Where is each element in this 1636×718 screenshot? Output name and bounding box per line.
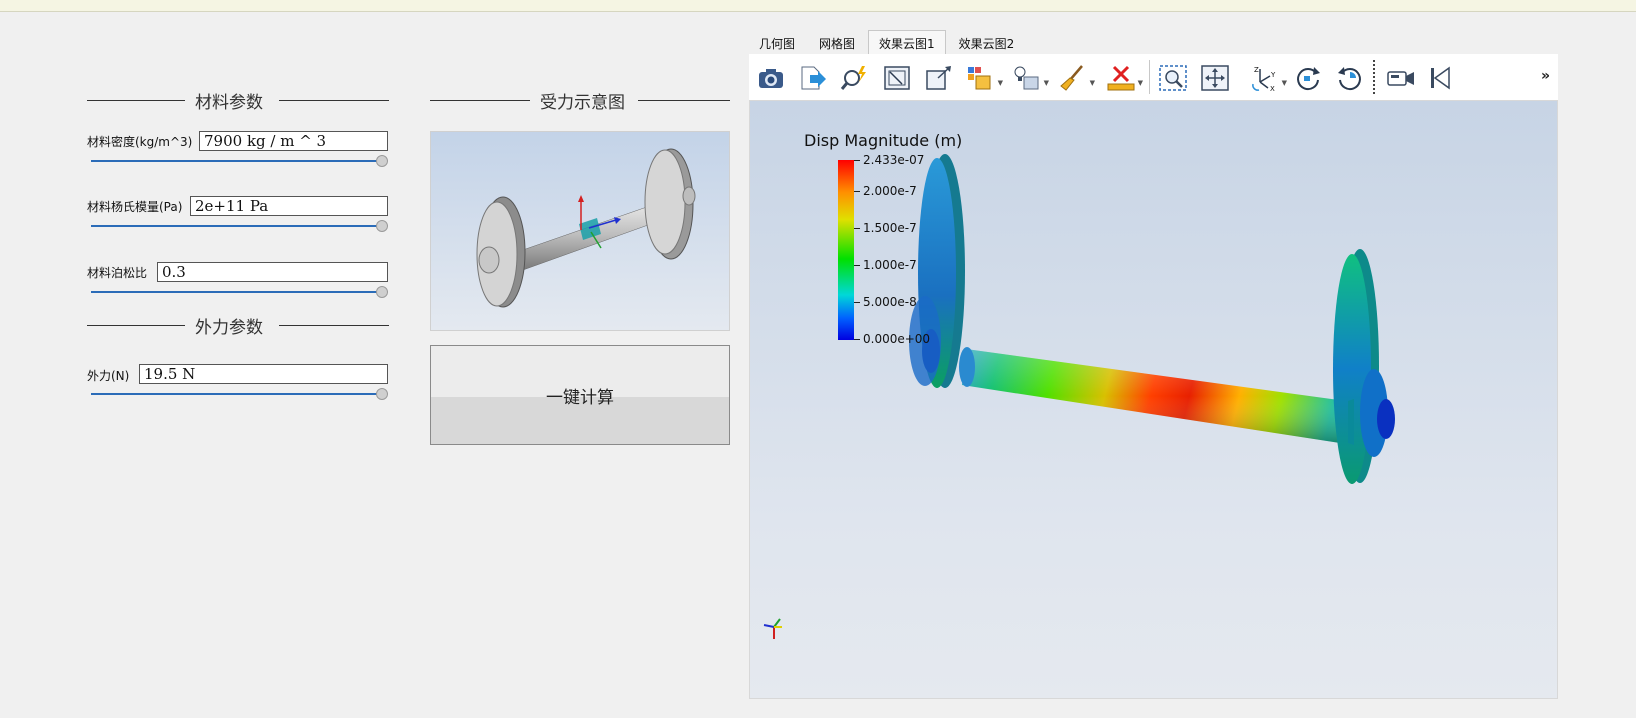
clean-icon[interactable]: ▼ <box>1057 63 1095 93</box>
rotate-cw-icon[interactable] <box>1292 63 1324 93</box>
colorbar-tick-label: 2.433e-07 <box>863 153 925 167</box>
pan-icon[interactable] <box>1199 63 1231 93</box>
colorbar-tick-label: 1.500e-7 <box>863 221 917 235</box>
youngs-modulus-input[interactable]: 2e+11 Pa <box>190 196 388 216</box>
youngs-modulus-label: 材料杨氏模量(Pa) <box>87 200 183 214</box>
force-input[interactable]: 19.5 N <box>139 364 388 384</box>
rotate-ccw-icon[interactable] <box>1334 63 1366 93</box>
slider-handle[interactable] <box>376 286 388 298</box>
record-icon[interactable] <box>1385 63 1417 93</box>
colorbar-title: Disp Magnitude (m) <box>804 131 963 150</box>
title-bar-strip <box>0 0 1636 12</box>
material-section-title: 材料参数 <box>195 93 263 113</box>
slider-track <box>91 291 382 293</box>
poisson-ratio-label: 材料泊松比 <box>87 266 148 280</box>
force-diagram-section-header: 受力示意图 <box>430 88 730 113</box>
force-label: 外力(N) <box>87 369 130 383</box>
youngs-modulus-slider[interactable] <box>91 220 388 232</box>
toolbar-separator <box>1373 60 1375 94</box>
axes-icon[interactable]: ZYX ▼ <box>1249 63 1287 93</box>
colorbar <box>838 160 854 340</box>
header-rule-left <box>430 100 530 101</box>
glyph-icon[interactable]: ▼ <box>965 63 1003 93</box>
header-rule-right <box>279 325 389 326</box>
force-diagram-image <box>430 131 730 331</box>
camera-icon[interactable] <box>755 63 787 93</box>
toolbar-separator <box>1149 60 1150 94</box>
colorbar-tick-label: 0.000e+00 <box>863 332 931 346</box>
external-force-section-header: 外力参数 <box>87 313 389 338</box>
zoom-select-icon[interactable] <box>1157 63 1189 93</box>
colorbar-tick <box>854 265 860 266</box>
first-frame-icon[interactable] <box>1424 63 1456 93</box>
external-force-section-title: 外力参数 <box>195 318 263 338</box>
colorbar-tick <box>854 191 860 192</box>
header-rule-left <box>87 100 185 101</box>
header-rule-right <box>279 100 389 101</box>
slider-handle[interactable] <box>376 220 388 232</box>
colorbar-tick <box>854 339 860 340</box>
poisson-ratio-slider[interactable] <box>91 286 388 298</box>
reset-view-icon[interactable] <box>881 63 913 93</box>
more-tools-button[interactable]: » <box>1541 68 1550 84</box>
svg-text:Y: Y <box>1270 71 1276 79</box>
density-label: 材料密度(kg/m^3) <box>87 135 193 149</box>
colorbar-tick <box>854 302 860 303</box>
tab-result-1[interactable]: 效果云图1 <box>868 30 946 54</box>
header-rule-left <box>87 325 185 326</box>
svg-text:Z: Z <box>1254 66 1259 74</box>
colorbar-tick <box>854 228 860 229</box>
slider-handle[interactable] <box>376 388 388 400</box>
zoom-to-box-icon[interactable] <box>923 63 955 93</box>
slider-handle[interactable] <box>376 155 388 167</box>
tab-mesh[interactable]: 网格图 <box>808 30 866 54</box>
force-slider[interactable] <box>91 388 388 400</box>
colorbar-tick-label: 2.000e-7 <box>863 184 917 198</box>
colorbar-tick-label: 5.000e-8 <box>863 295 917 309</box>
poisson-ratio-input[interactable]: 0.3 <box>157 262 388 282</box>
slider-track <box>91 393 382 395</box>
svg-text:X: X <box>1270 85 1275 92</box>
export-icon[interactable] <box>797 63 829 93</box>
light-icon[interactable]: ▼ <box>1011 63 1049 93</box>
slider-track <box>91 225 382 227</box>
colorbar-tick-label: 1.000e-7 <box>863 258 917 272</box>
delete-icon[interactable]: ▼ <box>1105 63 1143 93</box>
colorbar-tick <box>854 160 860 161</box>
header-rule-right <box>638 100 730 101</box>
viewer-tabs: 几何图 网格图 效果云图1 效果云图2 <box>748 30 1027 54</box>
tab-geometry[interactable]: 几何图 <box>748 30 806 54</box>
density-input[interactable]: 7900 kg / m ^ 3 <box>199 131 388 151</box>
probe-icon[interactable] <box>839 63 871 93</box>
density-slider[interactable] <box>91 155 388 167</box>
material-section-header: 材料参数 <box>87 88 389 113</box>
orientation-axes-icon <box>763 618 782 639</box>
slider-track <box>91 160 382 162</box>
tab-result-2[interactable]: 效果云图2 <box>948 30 1026 54</box>
calculate-button[interactable]: 一键计算 <box>430 345 730 445</box>
viewer-toolbar: ▼ ▼ ▼ ▼ ZYX ▼ » <box>749 54 1558 101</box>
force-diagram-section-title: 受力示意图 <box>540 93 625 113</box>
